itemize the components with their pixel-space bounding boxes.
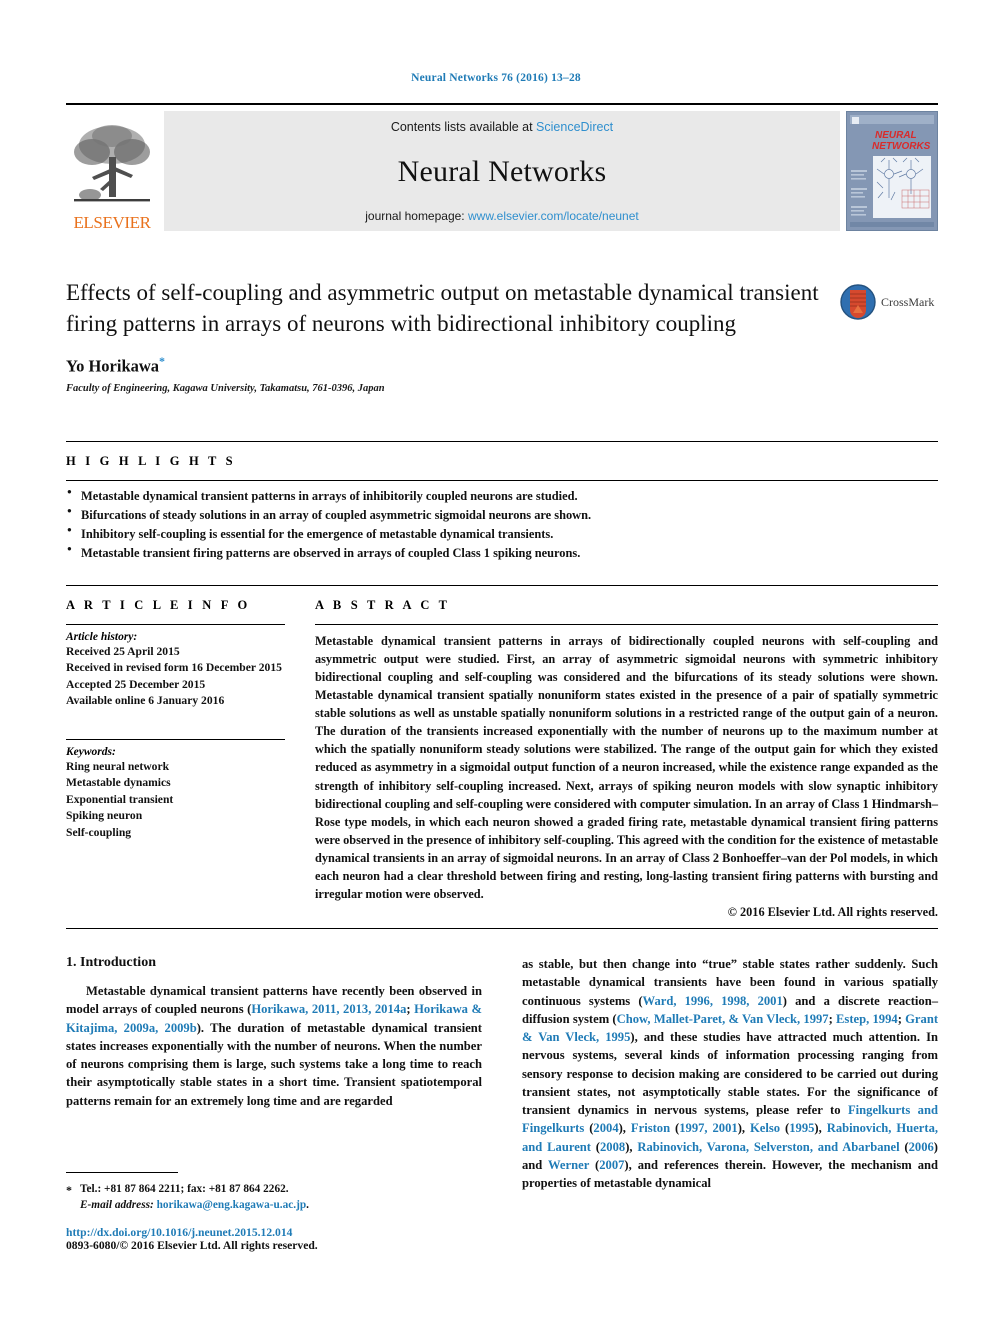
body-text-run: ( xyxy=(589,1157,600,1172)
abstract-divider xyxy=(315,624,938,625)
sciencedirect-link[interactable]: ScienceDirect xyxy=(536,120,613,134)
svg-text:NEURAL: NEURAL xyxy=(875,130,917,141)
elsevier-wordmark: ELSEVIER xyxy=(73,213,151,232)
citation-link[interactable]: Kelso xyxy=(750,1121,780,1135)
citation-link[interactable]: 2004 xyxy=(593,1121,618,1135)
citation-link[interactable]: 2006 xyxy=(909,1140,934,1154)
abstract-heading: A B S T R A C T xyxy=(315,598,451,612)
article-history-item: Available online 6 January 2016 xyxy=(66,694,225,708)
keywords-label: Keywords: xyxy=(66,745,116,758)
footnote-block: * Tel.: +81 87 864 2211; fax: +81 87 864… xyxy=(66,1172,482,1252)
citation-link[interactable]: Ward, 1996, 1998, 2001 xyxy=(643,994,783,1008)
highlights-section: H I G H L I G H T S Metastable dynamical… xyxy=(66,441,938,562)
cover-art-icon: NEURAL NETWORKS xyxy=(847,112,937,230)
journal-masthead: ELSEVIER Contents lists available at Sci… xyxy=(66,103,938,231)
running-head: Neural Networks 76 (2016) 13–28 xyxy=(411,72,581,84)
intro-paragraph-right: as stable, but then change into “true” s… xyxy=(522,955,938,1192)
article-title-block: Effects of self-coupling and asymmetric … xyxy=(66,278,938,394)
highlights-heading: H I G H L I G H T S xyxy=(66,454,236,468)
homepage-prefix: journal homepage: xyxy=(365,209,468,223)
body-text-run: ), xyxy=(737,1121,750,1136)
intro-paragraph-left: Metastable dynamical transient patterns … xyxy=(66,982,482,1110)
abstract-column: A B S T R A C T Metastable dynamical tra… xyxy=(311,598,938,920)
highlights-list: Metastable dynamical transient patterns … xyxy=(66,486,938,563)
info-abstract-section: A R T I C L E I N F O Article history: R… xyxy=(66,585,938,920)
citation-link[interactable]: 2007 xyxy=(599,1158,624,1172)
journal-homepage-line: journal homepage: www.elsevier.com/locat… xyxy=(365,209,639,223)
abstract-copyright: © 2016 Elsevier Ltd. All rights reserved… xyxy=(727,904,938,919)
article-history-item: Accepted 25 December 2015 xyxy=(66,677,206,691)
article-history-item: Received in revised form 16 December 201… xyxy=(66,661,282,675)
journal-homepage-link[interactable]: www.elsevier.com/locate/neunet xyxy=(468,209,639,223)
body-text-run: ( xyxy=(899,1139,909,1154)
body-column-left: 1. Introduction Metastable dynamical tra… xyxy=(66,955,482,1192)
citation-link[interactable]: 1995 xyxy=(789,1121,814,1135)
body-text-run: ( xyxy=(780,1121,790,1136)
citation-link[interactable]: 1997, 2001 xyxy=(679,1121,737,1135)
body-text-run: ; xyxy=(828,1011,837,1026)
corresponding-author-marker: * xyxy=(159,354,166,369)
journal-title: Neural Networks xyxy=(397,154,607,188)
body-text-run: ), xyxy=(625,1139,638,1154)
journal-cover-thumbnail: NEURAL NETWORKS xyxy=(846,111,938,231)
elsevier-tree-icon xyxy=(74,125,150,202)
list-item: Metastable transient firing patterns are… xyxy=(66,543,938,563)
elsevier-logo: ELSEVIER xyxy=(66,111,158,231)
doi-link[interactable]: http://dx.doi.org/10.1016/j.neunet.2015.… xyxy=(66,1226,482,1239)
keyword-item: Metastable dynamics xyxy=(66,776,171,790)
article-history-label: Article history: xyxy=(66,631,138,643)
body-text-run: ), xyxy=(618,1121,631,1136)
keyword-item: Self-coupling xyxy=(66,825,132,839)
article-history-item: Received 25 April 2015 xyxy=(66,645,180,658)
citation-link[interactable]: Werner xyxy=(548,1158,589,1172)
body-text-run: ( xyxy=(670,1121,680,1136)
crossmark-label: CrossMark xyxy=(881,294,935,309)
footnote-email-suffix: . xyxy=(306,1199,309,1212)
citation-link[interactable]: Chow, Mallet-Paret, & Van Vleck, 1997 xyxy=(617,1012,829,1026)
body-text-run: ), xyxy=(814,1121,827,1136)
author-name: Yo Horikawa* xyxy=(66,354,938,377)
article-info-heading: A R T I C L E I N F O xyxy=(66,598,251,612)
footnote-email-line: E-mail address: horikawa@eng.kagawa-u.ac… xyxy=(66,1197,482,1213)
contents-lists-prefix: Contents lists available at xyxy=(390,120,537,134)
list-item: Bifurcations of steady solutions in an a… xyxy=(66,505,938,525)
footnote-email-link[interactable]: horikawa@eng.kagawa-u.ac.jp xyxy=(157,1199,307,1211)
body-text-run: ( xyxy=(590,1139,600,1154)
author-label: Yo Horikawa xyxy=(66,356,160,376)
citation-link[interactable]: Rabinovich, Varona, Selverston, and Abar… xyxy=(637,1140,899,1154)
article-info-divider xyxy=(66,624,285,625)
crossmark-icon xyxy=(840,284,876,320)
svg-text:NETWORKS: NETWORKS xyxy=(872,141,931,152)
keyword-item: Spiking neuron xyxy=(66,809,143,823)
issn-copyright-line: 0893-6080/© 2016 Elsevier Ltd. All right… xyxy=(66,1238,318,1252)
author-affiliation: Faculty of Engineering, Kagawa Universit… xyxy=(66,382,385,394)
abstract-text: Metastable dynamical transient patterns … xyxy=(315,634,938,901)
keywords-divider xyxy=(66,738,285,740)
paper-page: Neural Networks 76 (2016) 13–28 ELSEVIER… xyxy=(0,0,992,1323)
footnote-email-label: E-mail address: xyxy=(80,1199,154,1212)
keyword-item: Ring neural network xyxy=(66,759,170,773)
journal-banner: Contents lists available at ScienceDirec… xyxy=(164,111,840,231)
body-column-right: as stable, but then change into “true” s… xyxy=(522,955,938,1192)
footnote-divider xyxy=(66,1172,178,1173)
highlights-divider xyxy=(66,480,938,481)
citation-link[interactable]: 2008 xyxy=(600,1140,625,1154)
list-item: Metastable dynamical transient patterns … xyxy=(66,486,938,506)
body-text-run: ; xyxy=(406,1002,415,1017)
section-heading-introduction: 1. Introduction xyxy=(66,955,156,970)
page-title: Effects of self-coupling and asymmetric … xyxy=(66,280,819,336)
contents-lists-line: Contents lists available at ScienceDirec… xyxy=(391,120,613,134)
footnote-contact: * Tel.: +81 87 864 2211; fax: +81 87 864… xyxy=(66,1181,482,1197)
citation-link[interactable]: Friston xyxy=(631,1121,670,1135)
crossmark-badge[interactable]: CrossMark xyxy=(840,282,938,322)
list-item: Inhibitory self-coupling is essential fo… xyxy=(66,524,938,544)
citation-link[interactable]: Horikawa, 2011, 2013, 2014a xyxy=(251,1002,406,1016)
footnote-tel-fax: Tel.: +81 87 864 2211; fax: +81 87 864 2… xyxy=(80,1183,289,1195)
keyword-item: Exponential transient xyxy=(66,792,174,806)
article-info-column: A R T I C L E I N F O Article history: R… xyxy=(66,598,311,920)
body-section: 1. Introduction Metastable dynamical tra… xyxy=(66,928,938,1192)
citation-link[interactable]: Estep, 1994 xyxy=(836,1012,898,1026)
